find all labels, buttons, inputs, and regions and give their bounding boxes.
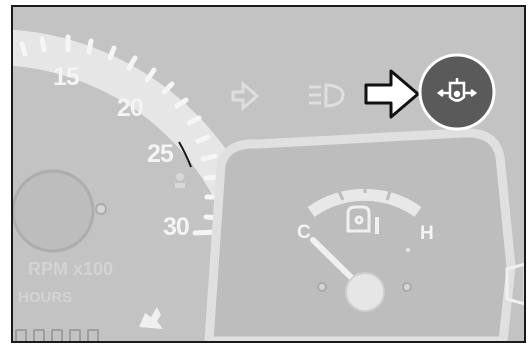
fuel-gauge-full-label: H — [420, 223, 434, 244]
tachometer-hub — [13, 169, 95, 253]
tachometer-label-15: 15 — [53, 63, 80, 91]
tachometer-label-20: 20 — [117, 94, 144, 122]
tachometer-label-25: 25 — [147, 140, 174, 168]
rabbit-icon — [139, 307, 163, 329]
fuel-gauge-hub — [345, 272, 385, 312]
odometer-digit — [51, 329, 63, 341]
turn-signal-icon — [231, 80, 260, 112]
right-arrow-icon — [364, 69, 420, 119]
odometer-digit — [33, 329, 45, 341]
odometer-digit — [87, 329, 99, 341]
hour-meter-label: HOURS — [18, 289, 73, 306]
tachometer-pin — [95, 203, 107, 215]
instrument-panel: 15 20 25 30 RPM x100 HOURS C H — [11, 5, 526, 343]
instrument-panel-artwork — [13, 29, 524, 341]
odometer-digit — [15, 329, 27, 341]
tachometer-label-30: 30 — [163, 213, 190, 241]
headlight-icon — [309, 83, 345, 108]
tachometer-scale-label: RPM x100 — [28, 259, 114, 279]
odometer-digit — [69, 329, 81, 341]
fuel-gauge-empty-label: C — [297, 222, 311, 243]
pto-symbol-icon — [175, 173, 185, 188]
